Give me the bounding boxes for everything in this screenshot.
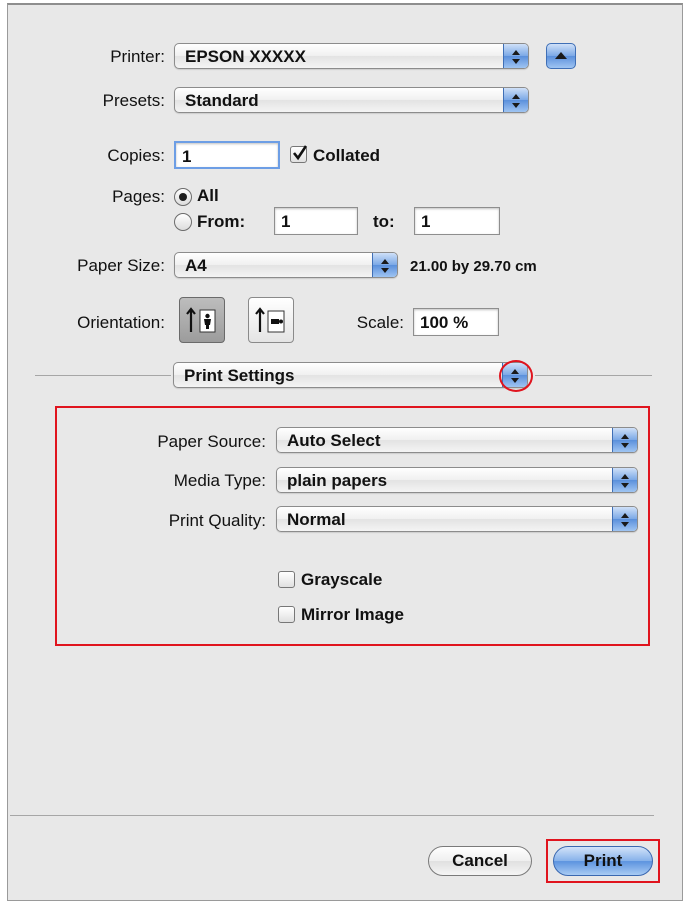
paper-source-popup[interactable]: Auto Select [276,427,638,453]
landscape-orientation-icon [255,307,285,333]
pages-all-radio[interactable] [174,188,192,206]
scale-label: Scale: [356,313,404,332]
print-quality-popup[interactable]: Normal [276,506,638,532]
pages-from-field[interactable]: 1 [274,207,358,235]
scale-value: 100 % [420,313,469,332]
presets-popup[interactable]: Standard [174,87,529,113]
orientation-landscape-button[interactable] [248,297,294,343]
paper-dimensions: 21.00 by 29.70 cm [410,258,537,275]
pages-to-label: to: [373,212,395,231]
presets-value: Standard [185,91,259,110]
pages-to-field[interactable]: 1 [414,207,500,235]
popup-arrows-icon [503,88,528,112]
expand-dialog-button[interactable] [546,43,576,69]
pages-label: Pages: [112,187,165,206]
printer-value: EPSON XXXXX [185,47,306,66]
grayscale-checkbox[interactable] [278,571,295,588]
collated-checkbox[interactable] [290,145,308,163]
popup-arrows-icon [612,468,637,492]
print-quality-value: Normal [287,510,346,529]
bottom-separator [10,815,654,816]
mirror-image-checkbox[interactable] [278,606,295,623]
popup-arrows-icon [503,44,528,68]
print-quality-label: Print Quality: [168,511,266,530]
pages-to-value: 1 [421,212,431,231]
popup-arrows-icon [372,253,397,277]
orientation-label: Orientation: [77,313,165,332]
paper-source-value: Auto Select [287,431,381,450]
printer-popup[interactable]: EPSON XXXXX [174,43,529,69]
triangle-up-icon [555,52,567,59]
paper-size-label: Paper Size: [77,256,165,275]
panel-menu-popup[interactable]: Print Settings [173,362,528,388]
copies-label: Copies: [107,146,165,165]
printer-label: Printer: [110,47,165,66]
paper-size-value: A4 [185,256,207,275]
pages-from-radio[interactable] [174,213,192,231]
paper-source-label: Paper Source: [157,432,266,451]
pages-from-value: 1 [281,212,291,231]
separator-right [535,375,652,376]
pages-from-label: From: [197,212,246,231]
portrait-orientation-icon [186,307,216,333]
grayscale-label: Grayscale [301,570,383,589]
checkmark-icon [292,145,308,161]
mirror-image-label: Mirror Image [301,605,404,624]
copies-field[interactable]: 1 [174,141,280,169]
popup-arrows-icon [612,428,637,452]
media-type-label: Media Type: [173,471,266,490]
orientation-portrait-button[interactable] [179,297,225,343]
cancel-button[interactable]: Cancel [428,846,532,876]
collated-label: Collated [313,146,381,165]
highlight-circle [499,360,533,392]
panel-menu-value: Print Settings [184,366,295,385]
scale-field[interactable]: 100 % [413,308,499,336]
print-button-highlight [546,839,660,883]
pages-all-label: All [197,186,219,205]
presets-label: Presets: [102,91,165,110]
media-type-popup[interactable]: plain papers [276,467,638,493]
paper-size-popup[interactable]: A4 [174,252,398,278]
separator-left [35,375,171,376]
copies-value: 1 [182,147,192,166]
media-type-value: plain papers [287,471,388,490]
popup-arrows-icon [612,507,637,531]
